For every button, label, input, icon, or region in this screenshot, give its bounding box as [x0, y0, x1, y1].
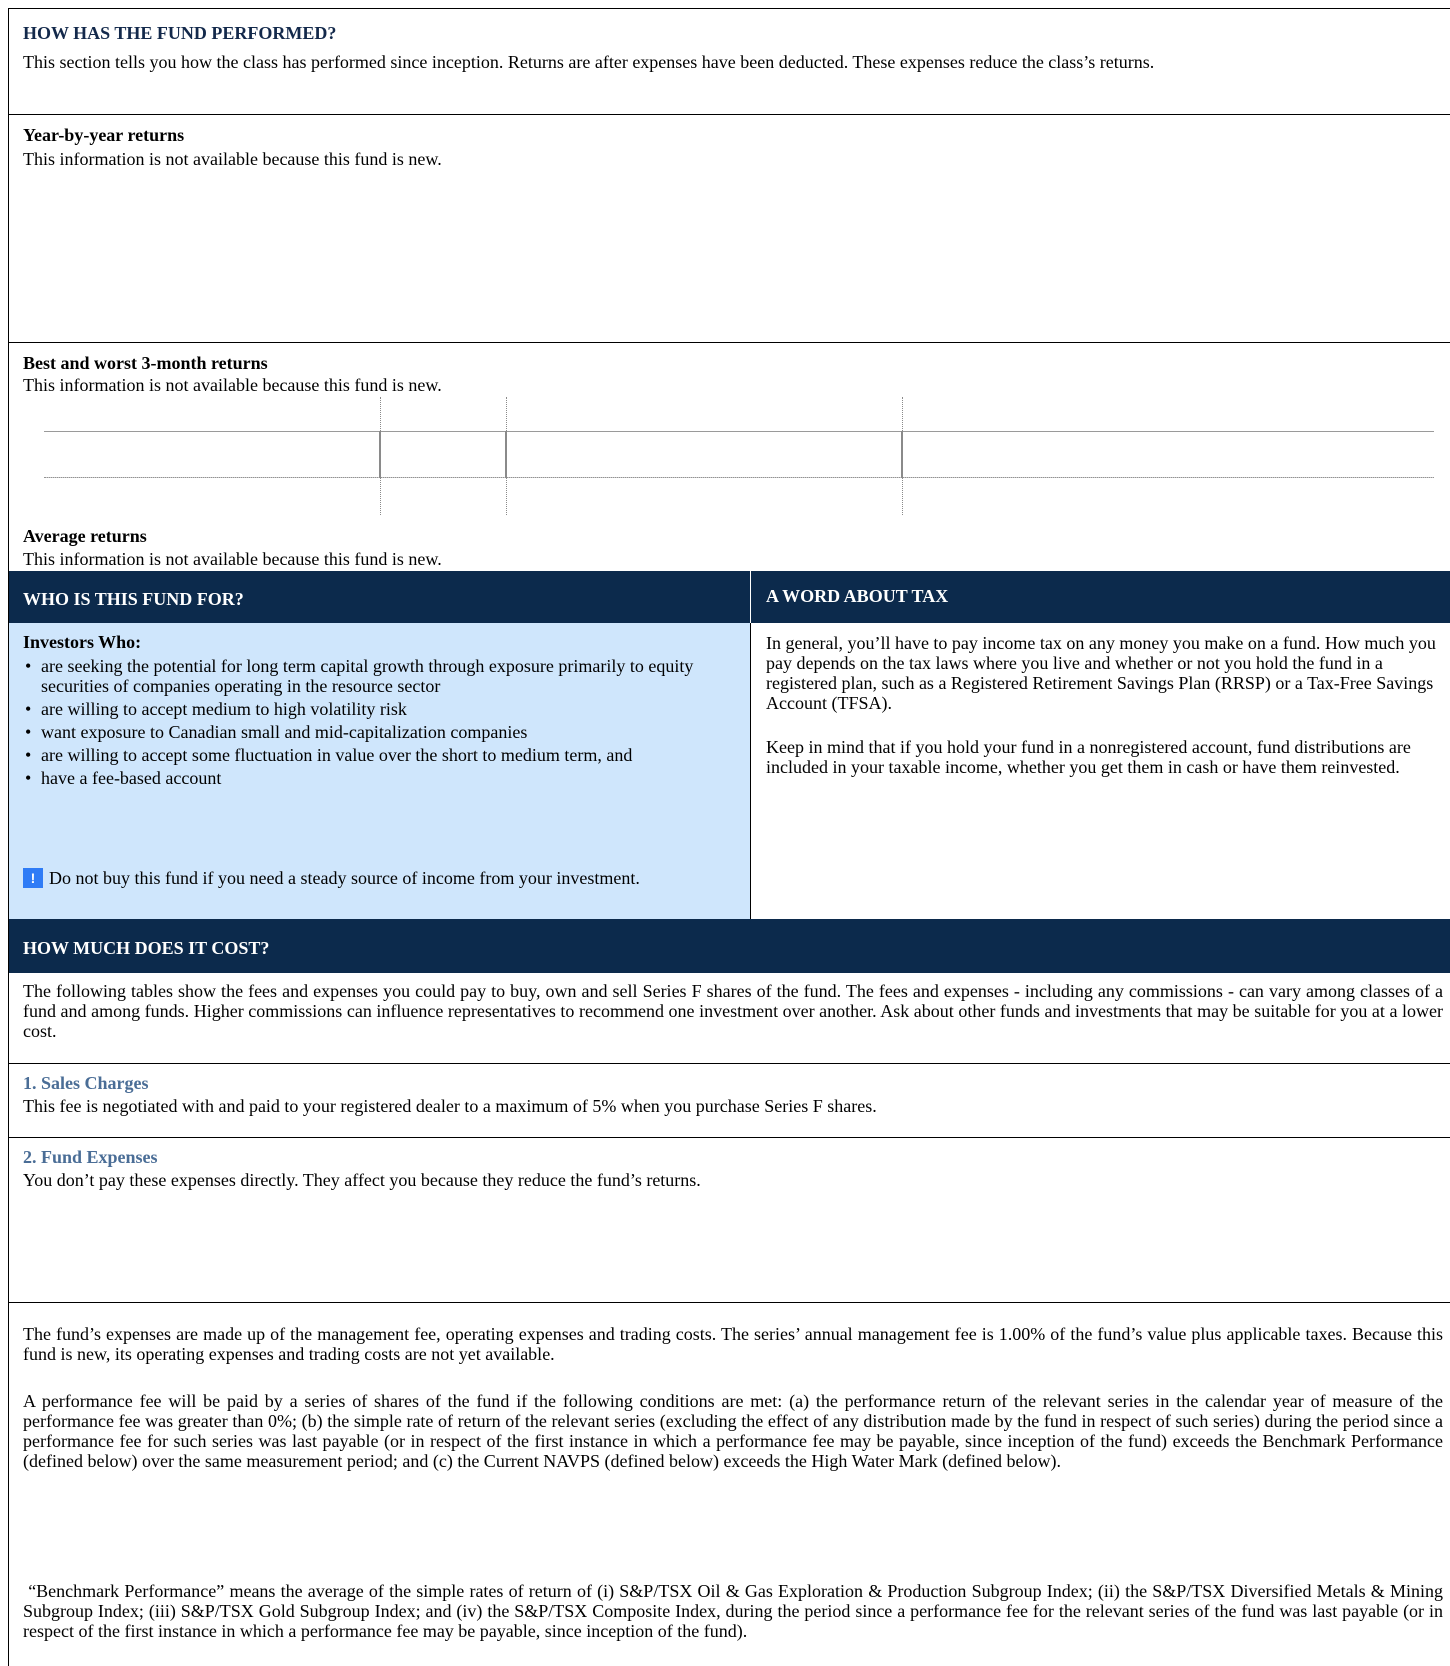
divider	[9, 342, 1450, 343]
table-rule	[44, 477, 1434, 478]
average-returns-text: This information is not available becaus…	[23, 549, 442, 569]
expenses-paragraph: The fund’s expenses are made up of the m…	[23, 1324, 1443, 1364]
best-worst-text: This information is not available becaus…	[23, 375, 442, 395]
year-by-year-heading: Year-by-year returns	[23, 125, 185, 145]
list-item: are willing to accept medium to high vol…	[23, 699, 739, 719]
list-item: are seeking the potential for long term …	[23, 656, 739, 696]
divider	[9, 1063, 1450, 1064]
column-divider	[750, 623, 751, 919]
divider	[9, 1302, 1450, 1303]
cost-title: HOW MUCH DOES IT COST?	[23, 938, 270, 958]
cost-intro: The following tables show the fees and e…	[23, 981, 1443, 1041]
performance-intro: This section tells you how the class has…	[23, 52, 1155, 72]
list-item: are willing to accept some fluctuation i…	[23, 745, 739, 765]
average-returns-heading: Average returns	[23, 526, 147, 546]
sales-charges-text: This fee is negotiated with and paid to …	[23, 1096, 877, 1116]
year-by-year-text: This information is not available becaus…	[23, 149, 442, 169]
who-for-title: WHO IS THIS FUND FOR?	[23, 589, 244, 609]
header-divider	[750, 571, 751, 623]
divider	[9, 114, 1450, 115]
fund-facts-page: HOW HAS THE FUND PERFORMED? This section…	[8, 8, 1450, 1666]
sales-charges-heading: 1. Sales Charges	[23, 1073, 149, 1093]
list-item: have a fee-based account	[23, 768, 739, 788]
best-worst-heading: Best and worst 3-month returns	[23, 353, 268, 373]
divider	[9, 1137, 1450, 1138]
investors-who-heading: Investors Who:	[23, 632, 142, 652]
warning-note: ! Do not buy this fund if you need a stea…	[23, 868, 723, 888]
performance-section-title: HOW HAS THE FUND PERFORMED?	[23, 23, 337, 43]
investor-criteria-list: are seeking the potential for long term …	[23, 656, 739, 791]
warning-icon: !	[23, 868, 43, 888]
tax-paragraph-1: In general, you’ll have to pay income ta…	[766, 633, 1436, 713]
warning-text: Do not buy this fund if you need a stead…	[49, 868, 640, 888]
performance-fee-paragraph: A performance fee will be paid by a seri…	[23, 1391, 1443, 1471]
table-column-divider	[505, 431, 507, 478]
table-rule	[44, 431, 1434, 432]
fund-expenses-text: You don’t pay these expenses directly. T…	[23, 1170, 701, 1190]
tax-title: A WORD ABOUT TAX	[766, 586, 949, 606]
table-column-divider	[901, 431, 903, 478]
table-column-divider	[379, 431, 381, 478]
fund-expenses-heading: 2. Fund Expenses	[23, 1147, 158, 1167]
list-item: want exposure to Canadian small and mid-…	[23, 722, 739, 742]
tax-paragraph-2: Keep in mind that if you hold your fund …	[766, 737, 1411, 777]
benchmark-definition-paragraph: “Benchmark Performance” means the averag…	[23, 1581, 1448, 1641]
